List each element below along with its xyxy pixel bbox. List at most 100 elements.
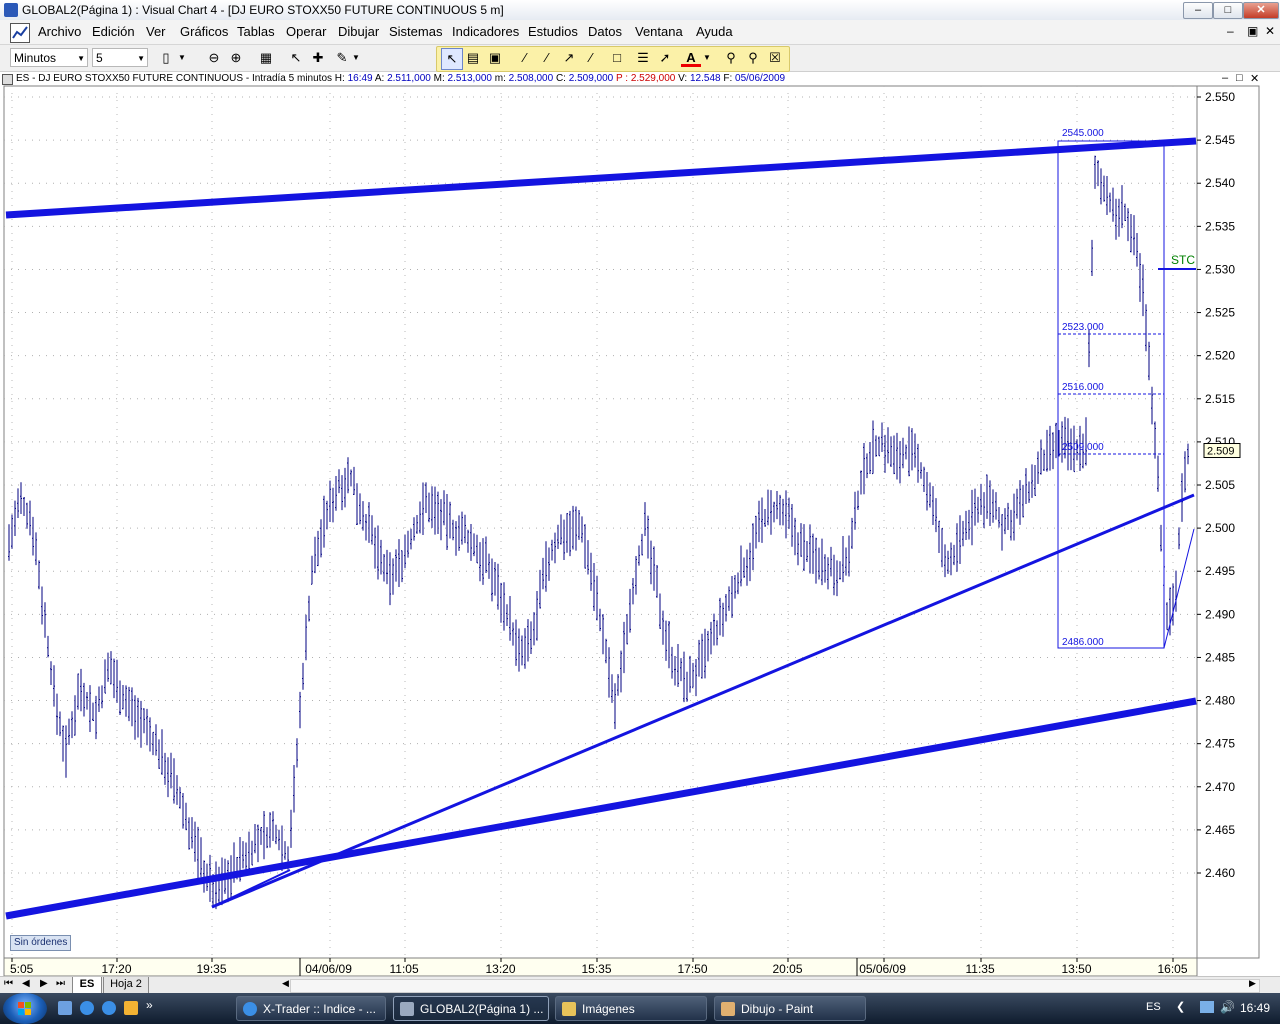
- menu-dibujar[interactable]: Dibujar: [338, 24, 379, 39]
- parallel-lines-icon[interactable]: ∕: [581, 48, 601, 68]
- ie-icon: [243, 1002, 257, 1016]
- menu-ayuda[interactable]: Ayuda: [696, 24, 733, 39]
- prev-sheet-icon[interactable]: ◀: [22, 978, 30, 989]
- menu-ventana[interactable]: Ventana: [635, 24, 683, 39]
- menu-operar[interactable]: Operar: [286, 24, 326, 39]
- text-tool-icon[interactable]: ▤: [463, 48, 483, 68]
- box-low-label: 2486.000: [1062, 637, 1104, 648]
- chevron-down-icon[interactable]: ▼: [701, 48, 713, 68]
- menu-bar: Archivo Edición Ver Gráficos Tablas Oper…: [0, 20, 1280, 45]
- x-tick-label: 5:05: [10, 962, 34, 976]
- y-tick-label: 2.495: [1205, 564, 1235, 578]
- scroll-right-icon[interactable]: ▶: [1249, 978, 1256, 989]
- y-tick-label: 2.530: [1205, 262, 1235, 276]
- close-button[interactable]: ✕: [1243, 2, 1279, 19]
- close-icon: ✕: [1256, 4, 1266, 16]
- menu-archivo[interactable]: Archivo: [38, 24, 81, 39]
- task-paint[interactable]: Dibujo - Paint: [714, 996, 866, 1021]
- price-chart[interactable]: 2.550 2.545 2.540 2.535 2.530 2.525 2.520 2.515…: [0, 72, 1280, 976]
- task-label: Imágenes: [582, 1002, 635, 1016]
- trendline-icon[interactable]: ∕: [515, 48, 535, 68]
- select-arrow-icon[interactable]: ↖: [441, 48, 463, 70]
- menu-indicadores[interactable]: Indicadores: [452, 24, 519, 39]
- first-sheet-icon[interactable]: ⏮: [4, 978, 13, 989]
- cursor-tool-icon[interactable]: ↖: [286, 48, 306, 68]
- quicklaunch-desktop-icon[interactable]: [58, 1001, 72, 1015]
- menu-edicion[interactable]: Edición: [92, 24, 135, 39]
- network-icon[interactable]: [1200, 1001, 1214, 1013]
- child-close-icon[interactable]: ✕: [1265, 24, 1275, 38]
- child-restore-icon[interactable]: ▣: [1247, 24, 1258, 38]
- menu-tablas[interactable]: Tablas: [237, 24, 275, 39]
- chevron-down-icon[interactable]: ▼: [176, 48, 188, 68]
- x-tick-label: 11:05: [390, 962, 419, 976]
- volume-icon[interactable]: 🔊: [1220, 1000, 1235, 1014]
- chevron-down-icon: ▼: [77, 54, 85, 63]
- maximize-button[interactable]: □: [1213, 2, 1243, 19]
- zoom-out-icon[interactable]: ⊖: [204, 48, 224, 68]
- task-visualchart[interactable]: GLOBAL2(Página 1) ...: [393, 996, 549, 1021]
- quicklaunch-more-icon[interactable]: »: [146, 998, 153, 1012]
- menu-estudios[interactable]: Estudios: [528, 24, 578, 39]
- task-label: Dibujo - Paint: [741, 1002, 814, 1016]
- period-unit-value: Minutos: [14, 51, 57, 65]
- quicklaunch-ie-icon[interactable]: [102, 1001, 116, 1015]
- sheet-tab-hoja2[interactable]: Hoja 2: [103, 977, 149, 994]
- y-tick-label: 2.485: [1205, 650, 1235, 664]
- zoom-in-icon[interactable]: ⊕: [226, 48, 246, 68]
- x-tick-label: 13:20: [486, 962, 516, 976]
- task-xtrader[interactable]: X-Trader :: Indice - ...: [236, 996, 386, 1021]
- period-value: 5: [96, 51, 103, 65]
- period-unit-select[interactable]: Minutos ▼: [10, 48, 88, 67]
- paint-icon: [721, 1002, 735, 1016]
- chevron-down-icon[interactable]: ▼: [350, 48, 362, 68]
- period-value-select[interactable]: 5 ▼: [92, 48, 148, 67]
- delete-drawing-icon[interactable]: ☒: [765, 48, 785, 68]
- chart-icon: [12, 26, 28, 39]
- horizontal-scrollbar[interactable]: [290, 979, 1260, 993]
- fibonacci-icon[interactable]: ☰: [633, 48, 653, 68]
- toolbar: Minutos ▼ 5 ▼ ▯ ▼ ⊖ ⊕ ▦ ↖ ✚ ✎ ▼ ↖ ▤ ▣ ∕ …: [0, 45, 1280, 72]
- y-tick-label: 2.475: [1205, 737, 1235, 751]
- y-tick-label: 2.470: [1205, 780, 1235, 794]
- rectangle-select-icon[interactable]: ▣: [485, 48, 505, 68]
- font-color-icon[interactable]: A: [681, 48, 701, 67]
- candles-icon[interactable]: ▦: [256, 48, 276, 68]
- menu-sistemas[interactable]: Sistemas: [389, 24, 442, 39]
- tray-expand-icon[interactable]: ❮: [1176, 1000, 1185, 1013]
- y-tick-label: 2.460: [1205, 866, 1235, 880]
- y-tick-label: 2.465: [1205, 823, 1235, 837]
- child-minimize-icon[interactable]: –: [1227, 24, 1234, 38]
- next-sheet-icon[interactable]: ▶: [40, 978, 48, 989]
- orders-badge[interactable]: Sin órdenes: [10, 935, 72, 951]
- quicklaunch-ie-icon[interactable]: [80, 1001, 94, 1015]
- language-indicator[interactable]: ES: [1146, 1001, 1161, 1013]
- menu-graficos[interactable]: Gráficos: [180, 24, 228, 39]
- task-imagenes[interactable]: Imágenes: [555, 996, 707, 1021]
- x-tick-label: 15:35: [582, 962, 612, 976]
- arrow-tool-icon[interactable]: ➚: [655, 48, 675, 68]
- channel-icon[interactable]: ∕: [537, 48, 557, 68]
- clock[interactable]: 16:49: [1240, 1001, 1270, 1015]
- x-tick-label: 16:05: [1158, 962, 1188, 976]
- app-icon: [4, 3, 18, 17]
- cross-cursor-icon[interactable]: ✚: [308, 48, 328, 68]
- last-price-label: 2.509: [1207, 446, 1235, 458]
- start-button[interactable]: [3, 993, 47, 1024]
- pencil-icon[interactable]: ✎: [332, 48, 352, 68]
- menu-ver[interactable]: Ver: [146, 24, 166, 39]
- bar-type-icon[interactable]: ▯: [156, 48, 176, 68]
- zoom-box-icon[interactable]: ⚲: [721, 48, 741, 68]
- rectangle-icon[interactable]: □: [607, 48, 627, 68]
- ray-icon[interactable]: ↗: [559, 48, 579, 68]
- last-sheet-icon[interactable]: ⏭: [56, 978, 65, 989]
- level-1-label: 2523.000: [1062, 322, 1104, 333]
- sheet-tab-es[interactable]: ES: [72, 977, 102, 994]
- x-tick-label: 05/06/09: [859, 962, 906, 976]
- menu-datos[interactable]: Datos: [588, 24, 622, 39]
- zoom-fit-icon[interactable]: ⚲: [743, 48, 763, 68]
- scroll-left-icon[interactable]: ◀: [282, 978, 289, 989]
- minimize-button[interactable]: –: [1183, 2, 1213, 19]
- quicklaunch-winamp-icon[interactable]: [124, 1001, 138, 1015]
- taskbar: » X-Trader :: Indice - ... GLOBAL2(Págin…: [0, 993, 1280, 1024]
